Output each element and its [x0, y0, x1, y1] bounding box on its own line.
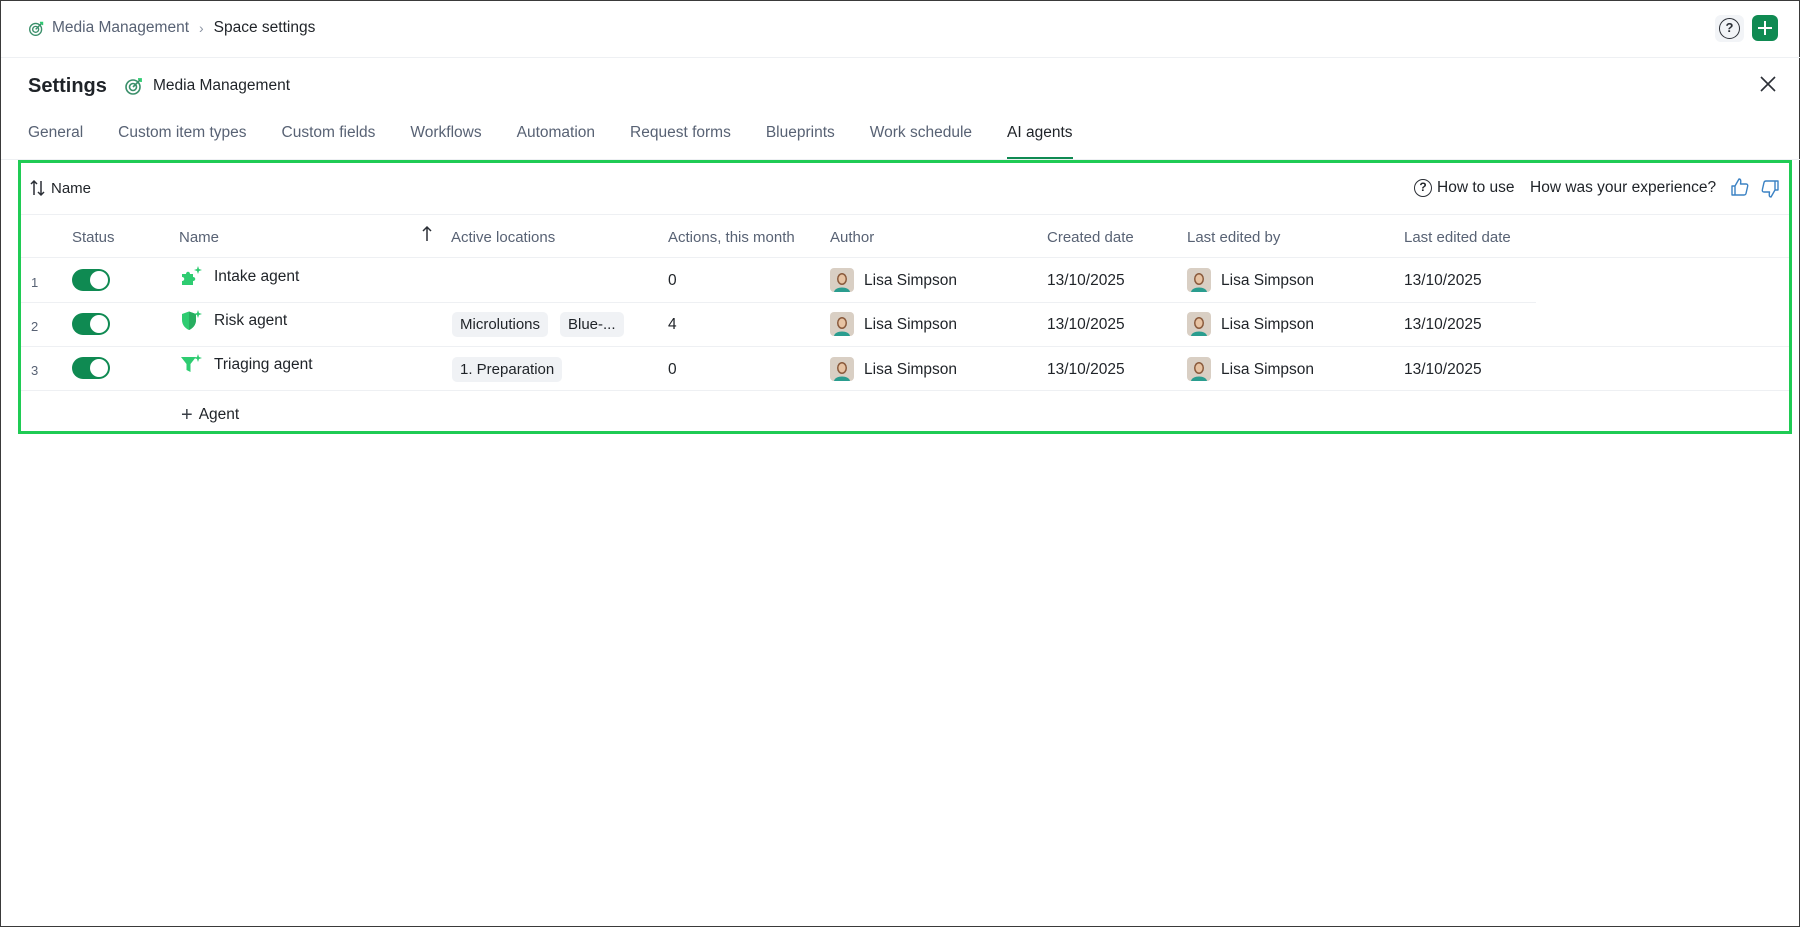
row-number: 3 — [31, 363, 39, 378]
add-agent-label: Agent — [198, 406, 240, 423]
funnel-sparkle-icon — [181, 354, 202, 372]
avatar — [1187, 357, 1211, 381]
breadcrumb: Media Management › Space settings — [28, 19, 315, 37]
table-row[interactable]: 1 Intake agent 0 Lisa Simpson 13/10/2025… — [21, 258, 1789, 302]
column-header-name[interactable]: Name — [179, 229, 219, 246]
agents-panel: Name ? How to use How was your experienc… — [18, 160, 1792, 434]
tab-custom-fields[interactable]: Custom fields — [282, 124, 376, 160]
tab-work-schedule[interactable]: Work schedule — [870, 124, 972, 160]
tab-automation[interactable]: Automation — [517, 124, 595, 160]
space-label: Media Management — [124, 76, 290, 96]
column-header-active-locations[interactable]: Active locations — [451, 229, 555, 246]
status-toggle[interactable] — [72, 269, 110, 291]
agent-name-link[interactable]: Intake agent — [214, 268, 299, 286]
created-date: 13/10/2025 — [1047, 272, 1125, 289]
tab-ai-agents[interactable]: AI agents — [1007, 124, 1073, 160]
plus-icon: + — [181, 404, 193, 426]
created-date: 13/10/2025 — [1047, 316, 1125, 333]
actions-count: 0 — [668, 361, 677, 378]
avatar — [830, 357, 854, 381]
settings-tabs: General Custom item types Custom fields … — [28, 124, 1108, 160]
sort-icon — [30, 179, 45, 197]
status-toggle[interactable] — [72, 357, 110, 379]
thumbs-down-icon[interactable] — [1760, 179, 1780, 199]
column-header-created-date[interactable]: Created date — [1047, 229, 1134, 246]
space-name: Media Management — [153, 77, 290, 94]
last-edited-by-name: Lisa Simpson — [1221, 316, 1315, 333]
location-chip[interactable]: Blue-... — [560, 312, 624, 337]
top-bar: Media Management › Space settings ? — [1, 1, 1800, 58]
column-header-status[interactable]: Status — [72, 229, 115, 246]
last-edited-date: 13/10/2025 — [1404, 272, 1482, 289]
help-circle-icon: ? — [1414, 179, 1432, 197]
location-chip[interactable]: 1. Preparation — [452, 357, 563, 382]
sort-button[interactable]: Name — [30, 179, 91, 197]
agent-name-link[interactable]: Risk agent — [214, 312, 287, 330]
puzzle-sparkle-icon — [182, 266, 202, 285]
agent-name-link[interactable]: Triaging agent — [214, 356, 313, 374]
page-title: Settings — [28, 75, 107, 97]
how-to-use-label: How to use — [1437, 179, 1515, 196]
tab-request-forms[interactable]: Request forms — [630, 124, 731, 160]
tab-custom-item-types[interactable]: Custom item types — [118, 124, 246, 160]
target-icon — [125, 78, 142, 95]
app-window: Media Management › Space settings ? Sett… — [0, 0, 1800, 927]
breadcrumb-current: Space settings — [213, 19, 316, 36]
author-name: Lisa Simpson — [864, 361, 958, 378]
tab-general[interactable]: General — [28, 124, 83, 160]
last-edited-date: 13/10/2025 — [1404, 361, 1482, 378]
avatar — [1187, 312, 1211, 336]
column-header-last-edited-by[interactable]: Last edited by — [1187, 229, 1280, 246]
last-edited-by-name: Lisa Simpson — [1221, 272, 1315, 289]
tab-blueprints[interactable]: Blueprints — [766, 124, 835, 160]
close-icon[interactable] — [1759, 75, 1777, 93]
target-icon — [29, 21, 44, 36]
author-name: Lisa Simpson — [864, 316, 958, 333]
column-header-actions[interactable]: Actions, this month — [668, 229, 795, 246]
row-divider — [21, 390, 1789, 391]
table-row[interactable]: 3 Triaging agent 1. Preparation 0 Lisa S… — [21, 346, 1789, 390]
shield-sparkle-icon — [182, 310, 202, 330]
tab-workflows[interactable]: Workflows — [410, 124, 481, 160]
sort-label: Name — [51, 179, 92, 197]
breadcrumb-space-link[interactable]: Media Management — [52, 19, 189, 37]
arrow-up-icon[interactable] — [421, 225, 433, 243]
avatar — [830, 268, 854, 292]
row-number: 1 — [31, 275, 39, 290]
avatar — [1187, 268, 1211, 292]
how-to-use-link[interactable]: ? How to use — [1414, 179, 1515, 197]
created-date: 13/10/2025 — [1047, 361, 1125, 378]
column-header-last-edited-date[interactable]: Last edited date — [1404, 229, 1511, 246]
table-toolbar: Name ? How to use How was your experienc… — [21, 163, 1789, 215]
create-button[interactable] — [1752, 15, 1778, 41]
help-icon[interactable]: ? — [1719, 18, 1740, 39]
location-chip[interactable]: Microlutions — [452, 312, 549, 337]
table-row[interactable]: 2 Risk agent Microlutions Blue-... 4 Lis… — [21, 302, 1789, 346]
status-toggle[interactable] — [72, 313, 110, 335]
feedback-prompt: How was your experience? — [1530, 179, 1717, 196]
avatar — [830, 312, 854, 336]
row-number: 2 — [31, 319, 39, 334]
thumbs-up-icon[interactable] — [1730, 177, 1750, 197]
chevron-right-icon: › — [199, 20, 204, 36]
actions-count: 0 — [668, 272, 677, 289]
actions-count: 4 — [668, 316, 677, 333]
add-agent-button[interactable]: + Agent — [181, 404, 240, 426]
author-name: Lisa Simpson — [864, 272, 958, 289]
column-header-author[interactable]: Author — [830, 229, 874, 246]
last-edited-date: 13/10/2025 — [1404, 316, 1482, 333]
last-edited-by-name: Lisa Simpson — [1221, 361, 1315, 378]
